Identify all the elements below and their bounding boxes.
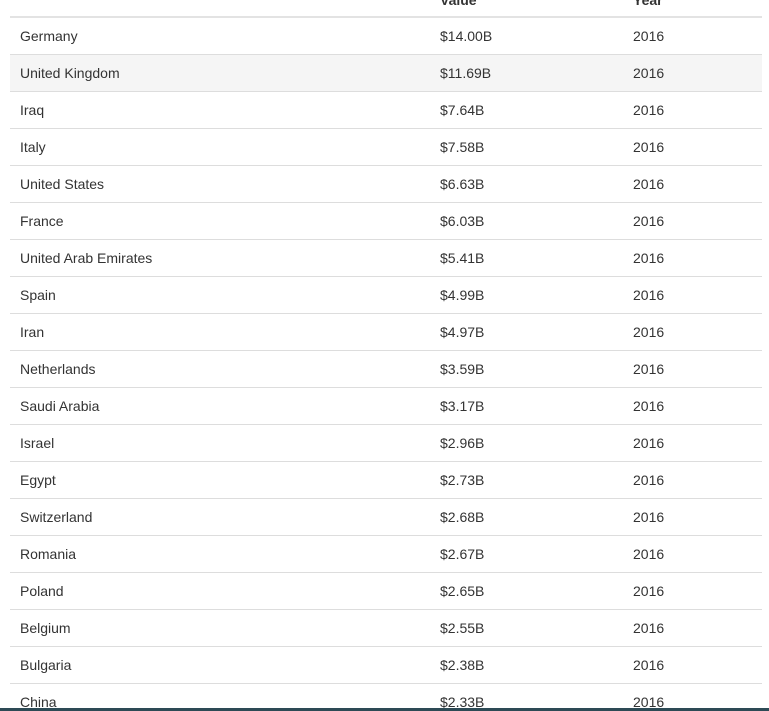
country-cell: Bulgaria bbox=[20, 657, 72, 673]
country-cell: Iran bbox=[20, 324, 45, 340]
country-cell: Italy bbox=[20, 139, 46, 155]
table-row: Iraq $7.64B 2016 bbox=[10, 92, 762, 129]
year-cell: 2016 bbox=[633, 176, 665, 192]
table-row: Egypt $2.73B 2016 bbox=[10, 462, 762, 499]
value-cell: $2.38B bbox=[440, 657, 485, 673]
table-row: Germany $14.00B 2016 bbox=[10, 18, 762, 55]
year-cell: 2016 bbox=[633, 250, 665, 266]
value-cell: $2.96B bbox=[440, 435, 485, 451]
year-cell: 2016 bbox=[633, 620, 665, 636]
year-cell: 2016 bbox=[633, 213, 665, 229]
table-row: Bulgaria $2.38B 2016 bbox=[10, 647, 762, 684]
value-cell: $3.59B bbox=[440, 361, 485, 377]
country-cell: Spain bbox=[20, 287, 56, 303]
table-header: Value Year bbox=[10, 0, 762, 18]
table-row: United States $6.63B 2016 bbox=[10, 166, 762, 203]
country-cell: United Arab Emirates bbox=[20, 250, 153, 266]
table-body: Germany $14.00B 2016 United Kingdom $11.69B 2… bbox=[10, 18, 762, 711]
year-cell: 2016 bbox=[633, 509, 665, 525]
column-header-year[interactable]: Year bbox=[633, 0, 663, 8]
year-cell: 2016 bbox=[633, 287, 665, 303]
table-row: France $6.03B 2016 bbox=[10, 203, 762, 240]
value-cell: $3.17B bbox=[440, 398, 485, 414]
year-cell: 2016 bbox=[633, 398, 665, 414]
year-cell: 2016 bbox=[633, 546, 665, 562]
year-cell: 2016 bbox=[633, 324, 665, 340]
value-cell: $7.64B bbox=[440, 102, 485, 118]
country-cell: Germany bbox=[20, 28, 78, 44]
year-cell: 2016 bbox=[633, 694, 665, 710]
year-cell: 2016 bbox=[633, 28, 665, 44]
year-cell: 2016 bbox=[633, 139, 665, 155]
country-cell: China bbox=[20, 694, 57, 710]
table-row: Netherlands $3.59B 2016 bbox=[10, 351, 762, 388]
country-cell: Iraq bbox=[20, 102, 45, 118]
value-cell: $5.41B bbox=[440, 250, 485, 266]
year-cell: 2016 bbox=[633, 102, 665, 118]
table-row: United Kingdom $11.69B 2016 bbox=[10, 55, 762, 92]
table-row: Italy $7.58B 2016 bbox=[10, 129, 762, 166]
table-row: Belgium $2.55B 2016 bbox=[10, 610, 762, 647]
value-cell: $4.99B bbox=[440, 287, 485, 303]
table-row: Romania $2.67B 2016 bbox=[10, 536, 762, 573]
country-cell: France bbox=[20, 213, 64, 229]
year-cell: 2016 bbox=[633, 472, 665, 488]
table-row: Spain $4.99B 2016 bbox=[10, 277, 762, 314]
value-cell: $6.03B bbox=[440, 213, 485, 229]
country-cell: Switzerland bbox=[20, 509, 93, 525]
year-cell: 2016 bbox=[633, 361, 665, 377]
year-cell: 2016 bbox=[633, 583, 665, 599]
country-cell: Saudi Arabia bbox=[20, 398, 100, 414]
page: Value Year Germany $14.00B 2016 United King… bbox=[0, 0, 769, 711]
value-cell: $14.00B bbox=[440, 28, 493, 44]
year-cell: 2016 bbox=[633, 435, 665, 451]
country-cell: Netherlands bbox=[20, 361, 96, 377]
table-row: Poland $2.65B 2016 bbox=[10, 573, 762, 610]
country-cell: Israel bbox=[20, 435, 55, 451]
country-cell: United States bbox=[20, 176, 105, 192]
column-header-value[interactable]: Value bbox=[440, 0, 477, 8]
value-cell: $6.63B bbox=[440, 176, 485, 192]
value-cell: $2.67B bbox=[440, 546, 485, 562]
value-cell: $2.68B bbox=[440, 509, 485, 525]
value-cell: $2.65B bbox=[440, 583, 485, 599]
table-row: Israel $2.96B 2016 bbox=[10, 425, 762, 462]
table-row: Iran $4.97B 2016 bbox=[10, 314, 762, 351]
value-cell: $2.73B bbox=[440, 472, 485, 488]
year-cell: 2016 bbox=[633, 65, 665, 81]
country-cell: Romania bbox=[20, 546, 77, 562]
table-row: Switzerland $2.68B 2016 bbox=[10, 499, 762, 536]
value-cell: $4.97B bbox=[440, 324, 485, 340]
value-cell: $7.58B bbox=[440, 139, 485, 155]
year-cell: 2016 bbox=[633, 657, 665, 673]
value-cell: $11.69B bbox=[440, 65, 492, 81]
country-cell: Egypt bbox=[20, 472, 56, 488]
value-cell: $2.55B bbox=[440, 620, 485, 636]
value-cell: $2.33B bbox=[440, 694, 485, 710]
country-cell: Belgium bbox=[20, 620, 71, 636]
table-row: China $2.33B 2016 bbox=[10, 684, 762, 711]
country-cell: United Kingdom bbox=[20, 65, 120, 81]
table-row: United Arab Emirates $5.41B 2016 bbox=[10, 240, 762, 277]
country-cell: Poland bbox=[20, 583, 64, 599]
table-row: Saudi Arabia $3.17B 2016 bbox=[10, 388, 762, 425]
data-table: Value Year Germany $14.00B 2016 United King… bbox=[10, 0, 762, 711]
